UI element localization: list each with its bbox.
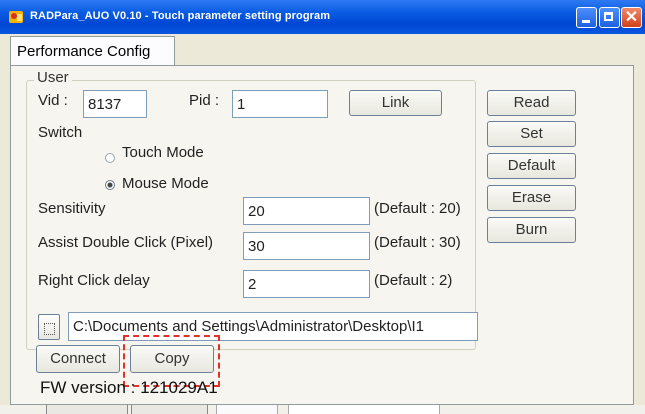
minimize-button[interactable] [576,7,597,28]
tab-label: Performance Config [17,43,151,60]
burn-button[interactable]: Burn [487,217,576,243]
close-button[interactable]: ✕ [621,7,642,28]
sensitivity-default: (Default : 20) [374,200,461,217]
mouse-mode-radio[interactable] [105,180,115,190]
assist-double-click-default: (Default : 30) [374,234,461,251]
ellipsis-icon [44,323,55,335]
window-title: RADPara_AUO V0.10 - Touch parameter sett… [30,10,331,22]
vid-input[interactable]: 8137 [83,90,147,118]
pid-label: Pid : [189,92,220,109]
link-button[interactable]: Link [349,90,442,116]
right-click-delay-default: (Default : 2) [374,272,453,289]
background-window-strip [0,405,645,414]
app-window: RADPara_AUO V0.10 - Touch parameter sett… [0,0,645,414]
right-click-delay-label: Right Click delay [38,272,150,289]
tab-performance-config[interactable]: Performance Config [10,36,175,66]
close-icon: ✕ [624,9,639,26]
default-button[interactable]: Default [487,153,576,179]
connect-button[interactable]: Connect [36,345,120,373]
erase-button[interactable]: Erase [487,185,576,211]
assist-double-click-input[interactable]: 30 [243,232,370,260]
maximize-icon [604,12,613,21]
sensitivity-input[interactable]: 20 [243,197,370,225]
browse-button[interactable] [38,314,60,340]
touch-mode-label[interactable]: Touch Mode [122,144,204,161]
assist-double-click-label: Assist Double Click (Pixel) [38,234,214,251]
right-click-delay-input[interactable]: 2 [243,270,370,298]
mouse-mode-label[interactable]: Mouse Mode [122,175,209,192]
read-button[interactable]: Read [487,90,576,116]
vid-label: Vid : [38,92,68,109]
set-button[interactable]: Set [487,121,576,147]
touch-mode-radio[interactable] [105,153,115,163]
sensitivity-label: Sensitivity [38,200,106,217]
minimize-icon [582,20,590,23]
app-icon [9,11,23,23]
fw-version-text: FW version : 121029A1 [40,378,218,397]
pid-input[interactable]: 1 [232,90,328,118]
title-bar[interactable]: RADPara_AUO V0.10 - Touch parameter sett… [0,0,645,34]
switch-label: Switch [38,124,83,141]
maximize-button[interactable] [599,7,620,28]
user-group-label: User [34,69,72,86]
